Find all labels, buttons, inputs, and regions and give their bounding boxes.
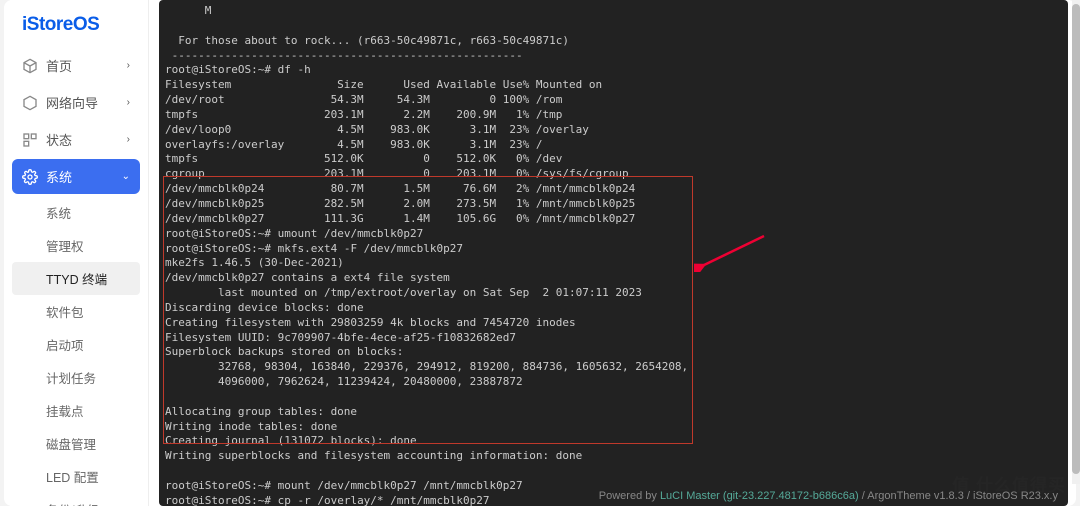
sub-mount[interactable]: 挂载点 (12, 394, 140, 427)
brand-logo: iStoreOS (4, 0, 148, 48)
chevron-right-icon: › (127, 60, 130, 71)
terminal[interactable]: M For those about to rock... (r663-50c49… (159, 0, 1068, 506)
sub-software[interactable]: 软件包 (12, 295, 140, 328)
nav-system-label: 系统 (46, 167, 72, 186)
cube-icon (22, 58, 38, 74)
footer: Powered by LuCI Master (git-23.227.48172… (599, 490, 1058, 502)
main-content: M For those about to rock... (r663-50c49… (149, 0, 1076, 506)
scrollbar-track[interactable] (1072, 0, 1080, 484)
sidebar: iStoreOS 首页 › 网络向导 › 状态 › 系统 ⌄ (4, 0, 149, 506)
sub-cron[interactable]: 计划任务 (12, 361, 140, 394)
sub-startup[interactable]: 启动项 (12, 328, 140, 361)
sub-ttyd[interactable]: TTYD 终端 (12, 262, 140, 295)
chevron-right-icon: › (127, 134, 130, 145)
sub-led[interactable]: LED 配置 (12, 460, 140, 493)
nav-wizard[interactable]: 网络向导 › (12, 85, 140, 120)
luci-link[interactable]: LuCI Master (git-23.227.48172-b686c6a) (660, 490, 859, 502)
chevron-down-icon: ⌄ (122, 171, 130, 182)
nav-home[interactable]: 首页 › (12, 48, 140, 83)
sub-admin[interactable]: 管理权 (12, 229, 140, 262)
sub-backup[interactable]: 备份/升级 (12, 493, 140, 506)
grid-icon (22, 132, 38, 148)
terminal-output: M For those about to rock... (r663-50c49… (165, 4, 1062, 506)
nav-home-label: 首页 (46, 56, 72, 75)
cube-icon (22, 95, 38, 111)
nav-status-label: 状态 (46, 130, 72, 149)
nav-status[interactable]: 状态 › (12, 122, 140, 157)
nav-system[interactable]: 系统 ⌄ (12, 159, 140, 194)
gear-icon (22, 169, 38, 185)
scrollbar-thumb[interactable] (1072, 4, 1080, 474)
sub-disk[interactable]: 磁盘管理 (12, 427, 140, 460)
chevron-right-icon: › (127, 97, 130, 108)
sub-system[interactable]: 系统 (12, 196, 140, 229)
nav-wizard-label: 网络向导 (46, 93, 98, 112)
main-nav: 首页 › 网络向导 › 状态 › 系统 ⌄ 系统 管理权 TTYD 终端 软件包 (4, 48, 148, 506)
